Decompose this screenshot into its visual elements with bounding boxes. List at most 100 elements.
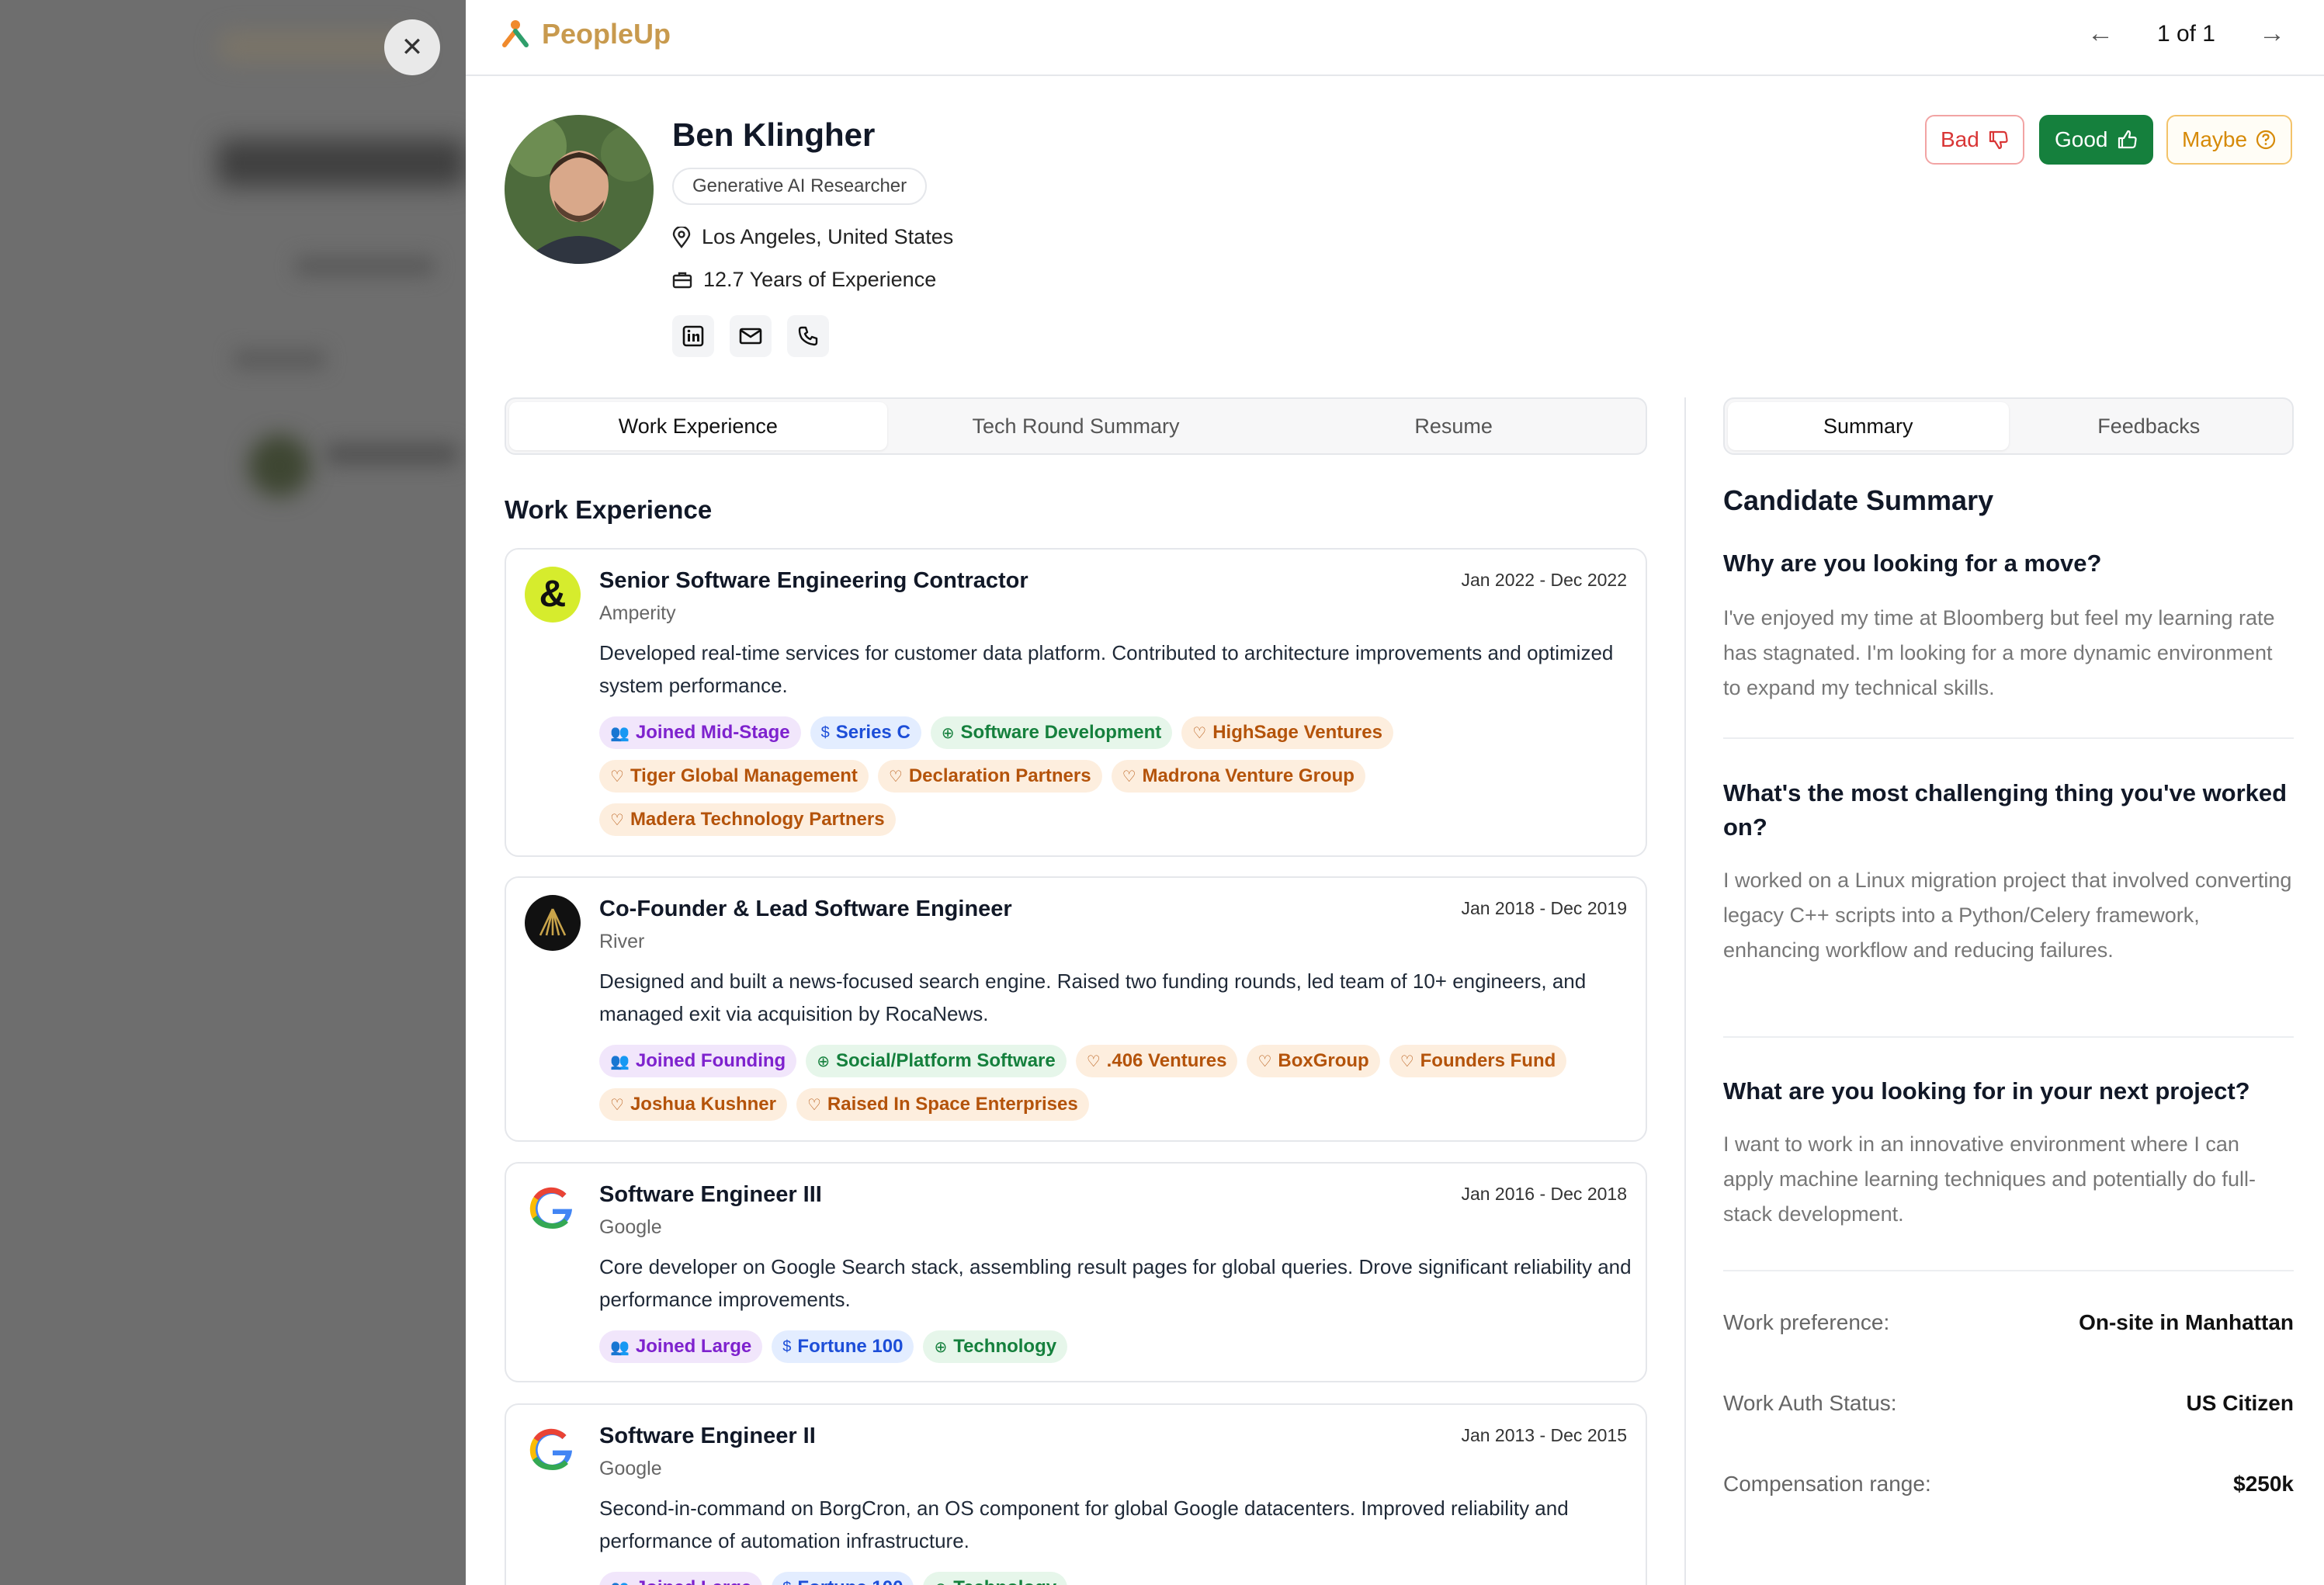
prev-arrow-icon[interactable]: ←: [2087, 19, 2114, 49]
globe-icon: ⊕: [941, 724, 955, 742]
industry-tag: ⊕ Social/Platform Software: [806, 1045, 1067, 1077]
tab-resume[interactable]: Resume: [1264, 402, 1642, 450]
mail-icon: [739, 328, 762, 345]
bad-label: Bad: [1941, 127, 1979, 151]
background-page: [0, 0, 466, 1585]
tag-label: Madrona Venture Group: [1142, 765, 1355, 786]
avatar-photo: [505, 115, 654, 264]
candidate-name: Ben Klingher: [672, 116, 876, 153]
stage-tag: 👥 Joined Large: [599, 1572, 763, 1585]
users-icon: 👥: [610, 1579, 630, 1585]
fact-value: $250k: [2233, 1472, 2294, 1496]
work-auth-row: Work Auth Status: US Citizen: [1723, 1391, 2294, 1416]
users-icon: 👥: [610, 1053, 630, 1070]
tag-label: Social/Platform Software: [835, 1050, 1056, 1071]
investor-tag: ♡ .406 Ventures: [1075, 1045, 1238, 1077]
globe-icon: ⊕: [934, 1579, 947, 1585]
users-icon: 👥: [610, 724, 630, 742]
role-badge: Generative AI Researcher: [672, 168, 928, 205]
company-name: River: [599, 931, 645, 952]
google-mark: [529, 1428, 572, 1470]
job-tags: 👥 Joined Founding ⊕ Social/Platform Softwa…: [599, 1045, 1632, 1121]
job-dates: Jan 2022 - Dec 2022: [1461, 570, 1627, 590]
job-card: Software Engineer III Google Jan 2016 - …: [505, 1162, 1647, 1382]
pager-count: 1 of 1: [2156, 20, 2215, 47]
tab-work-experience[interactable]: Work Experience: [509, 402, 887, 450]
job-title: Co-Founder & Lead Software Engineer: [599, 897, 1012, 921]
peopleup-logo-icon: [502, 20, 529, 47]
job-dates: Jan 2016 - Dec 2018: [1461, 1184, 1627, 1204]
investor-tag: ♡ HighSage Ventures: [1181, 716, 1393, 749]
job-card: & Senior Software Engineering Contractor…: [505, 548, 1647, 857]
good-button[interactable]: Good: [2039, 115, 2153, 165]
industry-tag: ⊕ Technology: [923, 1572, 1068, 1585]
handshake-icon: ♡: [1400, 1053, 1414, 1070]
users-icon: 👥: [610, 1338, 630, 1356]
job-description: Developed real-time services for custome…: [599, 641, 1614, 697]
blurred-element: [295, 256, 435, 276]
map-pin-icon: [672, 226, 691, 248]
summary-question: Why are you looking for a move?: [1723, 550, 2102, 577]
divider: [1723, 1036, 2294, 1038]
pager: ← 1 of 1 →: [2087, 19, 2285, 49]
tag-label: Fortune 100: [797, 1336, 904, 1357]
bad-button[interactable]: Bad: [1925, 115, 2024, 165]
summary-question: What are you looking for in your next pr…: [1723, 1077, 2250, 1105]
next-arrow-icon[interactable]: →: [2259, 19, 2285, 49]
tag-label: HighSage Ventures: [1212, 722, 1382, 743]
fact-label: Work Auth Status:: [1723, 1391, 1897, 1415]
location-text: Los Angeles, United States: [702, 225, 954, 248]
column-divider: [1684, 397, 1686, 1585]
location-row: Los Angeles, United States: [672, 225, 953, 249]
job-dates: Jan 2018 - Dec 2019: [1461, 898, 1627, 918]
maybe-button[interactable]: Maybe: [2166, 115, 2293, 165]
experience-text: 12.7 Years of Experience: [703, 268, 937, 291]
tag-label: Joshua Kushner: [630, 1094, 776, 1115]
job-title: Software Engineer II: [599, 1424, 816, 1448]
investor-tag: ♡ Declaration Partners: [877, 760, 1102, 792]
brand: PeopleUp: [500, 17, 671, 51]
handshake-icon: ♡: [610, 1096, 624, 1114]
linkedin-button[interactable]: [672, 315, 714, 357]
company-name: Google: [599, 1458, 662, 1479]
google-logo-icon: [525, 1422, 581, 1478]
job-tags: 👥 Joined Large $ Fortune 100 ⊕ Technology: [599, 1330, 1632, 1363]
globe-icon: ⊕: [817, 1053, 830, 1070]
tag-label: Technology: [953, 1577, 1056, 1585]
tag-label: .406 Ventures: [1106, 1050, 1227, 1071]
divider: [1723, 1270, 2294, 1271]
tab-feedbacks[interactable]: Feedbacks: [2009, 402, 2290, 450]
close-panel-button[interactable]: ✕: [384, 19, 440, 75]
handshake-icon: ♡: [888, 768, 903, 786]
job-card: Co-Founder & Lead Software Engineer Rive…: [505, 876, 1647, 1142]
blurred-element: [233, 349, 326, 369]
investor-tag: ♡ Founders Fund: [1389, 1045, 1567, 1077]
job-tags: 👥 Joined Large $ Fortune 100 ⊕ Technology: [599, 1572, 1632, 1585]
investor-tag: ♡ BoxGroup: [1247, 1045, 1380, 1077]
company-name: Amperity: [599, 602, 676, 624]
fact-value: On-site in Manhattan: [2079, 1310, 2294, 1334]
summary-answer: I worked on a Linux migration project th…: [1723, 869, 2292, 962]
funding-tag: $ Fortune 100: [772, 1330, 914, 1363]
linkedin-icon: [682, 325, 704, 347]
good-label: Good: [2055, 127, 2108, 151]
handshake-icon: ♡: [1086, 1053, 1101, 1070]
stage-tag: 👥 Joined Large: [599, 1330, 763, 1363]
tab-tech-round-summary[interactable]: Tech Round Summary: [887, 402, 1265, 450]
tag-label: Tiger Global Management: [630, 765, 858, 786]
summary-answer: I want to work in an innovative environm…: [1723, 1132, 2256, 1226]
experience-row: 12.7 Years of Experience: [672, 268, 936, 292]
email-button[interactable]: [730, 315, 772, 357]
funding-tag: $ Series C: [810, 716, 921, 749]
stage-tag: 👥 Joined Mid-Stage: [599, 716, 801, 749]
avatar: [505, 115, 654, 264]
job-title: Senior Software Engineering Contractor: [599, 568, 1028, 593]
tag-label: Joined Large: [635, 1336, 752, 1357]
industry-tag: ⊕ Technology: [923, 1330, 1068, 1363]
handshake-icon: ♡: [806, 1096, 821, 1114]
work-preference-row: Work preference: On-site in Manhattan: [1723, 1310, 2294, 1335]
tab-summary[interactable]: Summary: [1728, 402, 2009, 450]
tag-label: Joined Large: [636, 1577, 751, 1585]
phone-button[interactable]: [787, 315, 829, 357]
investor-tag: ♡ Madera Technology Partners: [599, 803, 896, 836]
